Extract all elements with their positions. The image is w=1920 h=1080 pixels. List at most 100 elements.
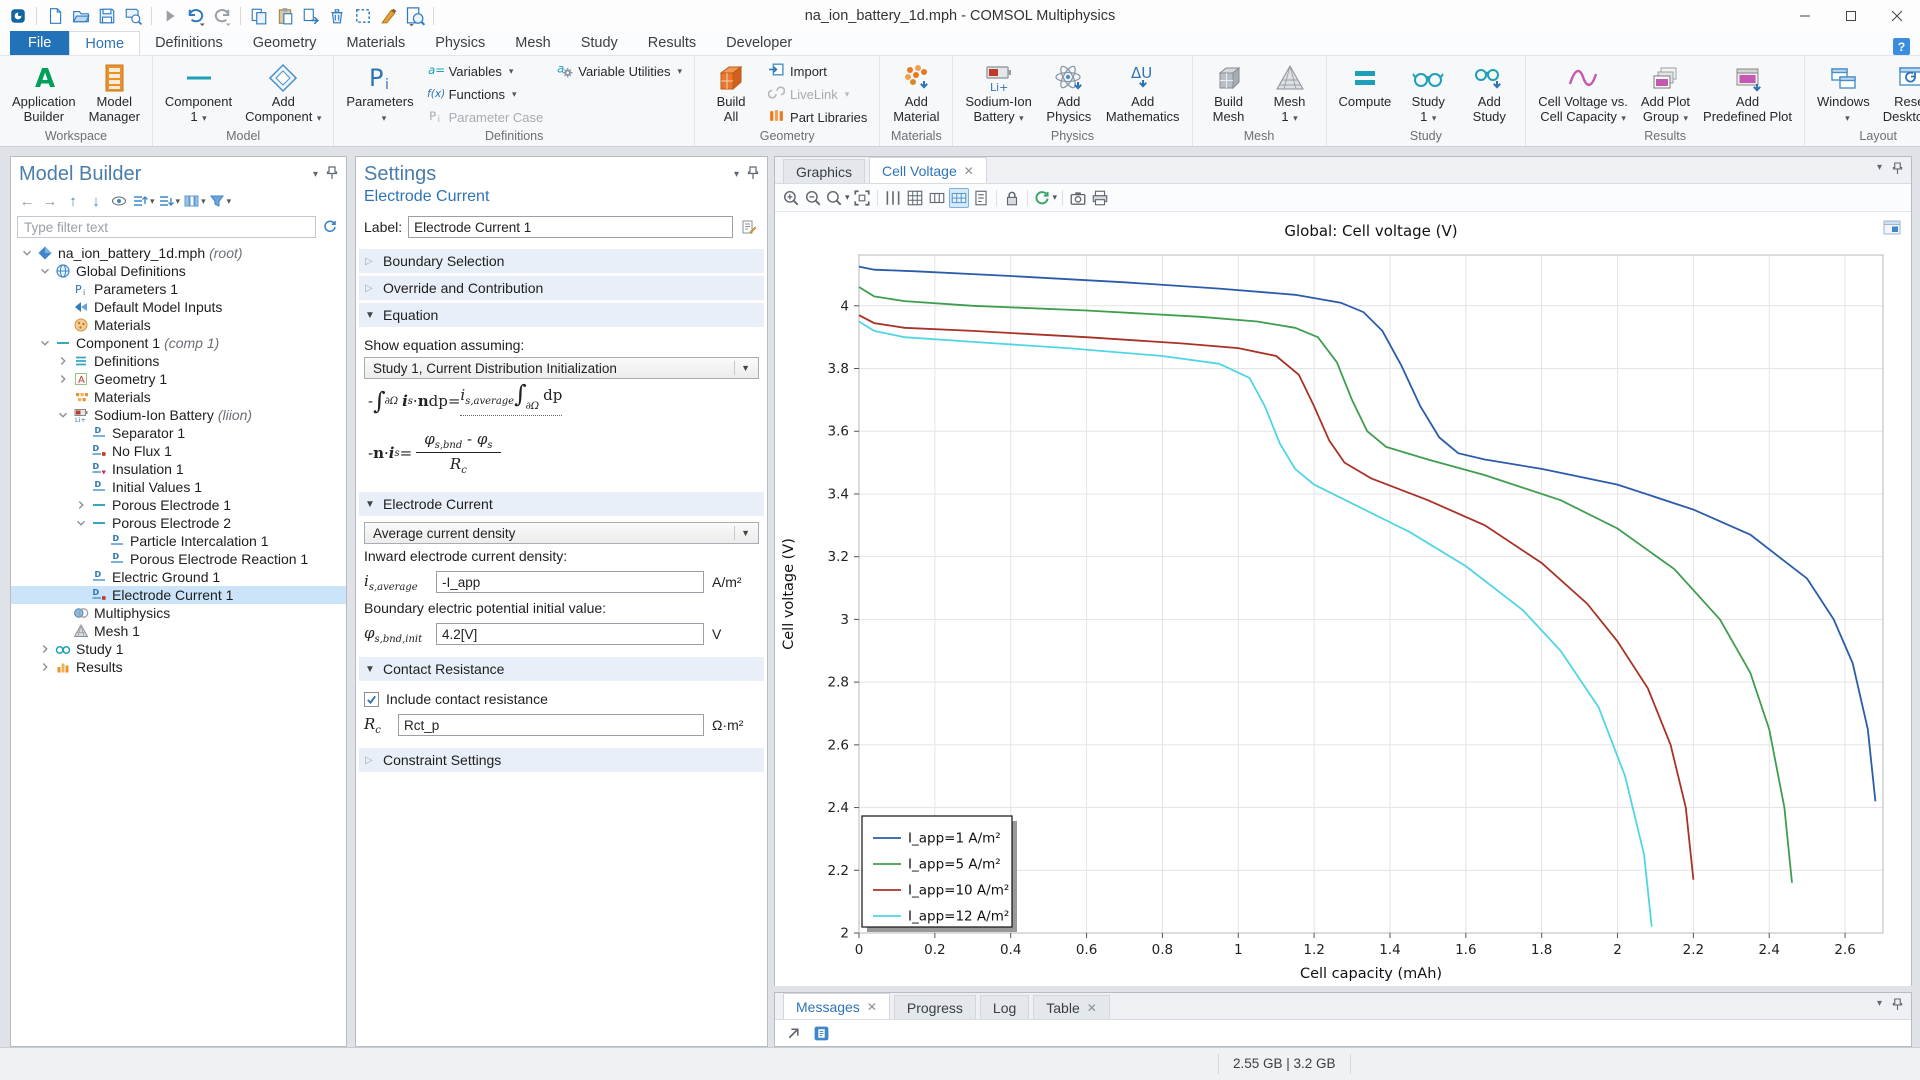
messages-tab-log[interactable]: Log bbox=[980, 995, 1029, 1019]
section-boundary-selection[interactable]: ▷ Boundary Selection bbox=[359, 249, 764, 273]
fwd-icon[interactable]: → bbox=[40, 191, 60, 211]
ribbon-tab-home[interactable]: Home bbox=[69, 31, 140, 55]
potential-input[interactable] bbox=[436, 623, 704, 645]
fit-icon[interactable] bbox=[852, 188, 872, 208]
windows-button[interactable]: Windows ▾ bbox=[1813, 59, 1874, 128]
graphics-tab-graphics[interactable]: Graphics bbox=[783, 159, 865, 183]
tree-item-geometry-1[interactable]: AGeometry 1 bbox=[11, 370, 346, 388]
vbars-icon[interactable] bbox=[883, 188, 903, 208]
tree-item-materials[interactable]: Materials bbox=[11, 316, 346, 334]
cell-b-icon[interactable] bbox=[949, 188, 969, 208]
contact-resistance-input[interactable] bbox=[398, 714, 704, 736]
close-tab-icon[interactable]: ✕ bbox=[1087, 1001, 1097, 1015]
add-study-button[interactable]: AddStudy bbox=[1461, 59, 1517, 128]
add-component-button[interactable]: AddComponent ▾ bbox=[241, 59, 325, 128]
ribbon-tab-study[interactable]: Study bbox=[566, 31, 633, 55]
section-override-contribution[interactable]: ▷ Override and Contribution bbox=[359, 276, 764, 300]
messages-tab-table[interactable]: Table✕ bbox=[1033, 995, 1110, 1019]
tree-item-sodium-ion-battery[interactable]: Li+Sodium-Ion Battery(liion) bbox=[11, 406, 346, 424]
doc-icon[interactable] bbox=[971, 188, 991, 208]
down-icon[interactable]: ↓ bbox=[86, 191, 106, 211]
close-tab-icon[interactable]: ✕ bbox=[867, 1000, 877, 1014]
select-icon[interactable] bbox=[351, 4, 375, 28]
tree-item-porous-electrode-1[interactable]: Porous Electrode 1 bbox=[11, 496, 346, 514]
add-predefined-plot-button[interactable]: AddPredefined Plot bbox=[1699, 59, 1796, 128]
add-mathematics-button[interactable]: ΔUAddMathematics bbox=[1102, 59, 1184, 128]
section-contact-resistance[interactable]: ▼ Contact Resistance bbox=[359, 657, 764, 681]
play-icon[interactable] bbox=[158, 4, 182, 28]
tree-item-default-model-inputs[interactable]: Default Model Inputs bbox=[11, 298, 346, 316]
inward-current-input[interactable] bbox=[436, 571, 704, 593]
label-input[interactable] bbox=[408, 216, 733, 238]
section-equation[interactable]: ▼ Equation bbox=[359, 303, 764, 327]
expander-icon[interactable] bbox=[73, 516, 89, 530]
open-icon[interactable] bbox=[69, 4, 93, 28]
component-1-button[interactable]: Component1 ▾ bbox=[161, 59, 236, 128]
tree-item-insulation-1[interactable]: DInsulation 1 bbox=[11, 460, 346, 478]
rename-icon[interactable] bbox=[739, 217, 759, 237]
tree-item-parameters-1[interactable]: PiParameters 1 bbox=[11, 280, 346, 298]
ribbon-tab-file[interactable]: File bbox=[10, 31, 69, 55]
new-icon[interactable] bbox=[43, 4, 67, 28]
plot-canvas[interactable]: 00.20.40.60.811.21.41.61.822.22.42.622.2… bbox=[775, 212, 1911, 986]
print-icon[interactable] bbox=[1090, 188, 1110, 208]
redo-icon[interactable] bbox=[210, 4, 234, 28]
cell-a-icon[interactable] bbox=[927, 188, 947, 208]
brush-icon[interactable] bbox=[377, 4, 401, 28]
section-constraint-settings[interactable]: ▷ Constraint Settings bbox=[359, 748, 764, 772]
panel-menu-icon[interactable]: ▾ bbox=[313, 169, 318, 180]
copy-icon[interactable] bbox=[247, 4, 271, 28]
lock-icon[interactable] bbox=[1002, 188, 1022, 208]
ribbon-tab-results[interactable]: Results bbox=[633, 31, 711, 55]
zoom-in-icon[interactable] bbox=[781, 188, 801, 208]
study-1-button[interactable]: Study1 ▾ bbox=[1400, 59, 1456, 128]
tree-item-particle-intercalation-1[interactable]: DParticle Intercalation 1 bbox=[11, 532, 346, 550]
tab-list-icon[interactable]: ▾ bbox=[1877, 998, 1882, 1014]
tree-item-global-definitions[interactable]: Global Definitions bbox=[11, 262, 346, 280]
tree-item-no-flux-1[interactable]: DNo Flux 1 bbox=[11, 442, 346, 460]
tree-item-study-1[interactable]: Study 1 bbox=[11, 640, 346, 658]
tree-item-electric-ground-1[interactable]: DElectric Ground 1 bbox=[11, 568, 346, 586]
eye-icon[interactable] bbox=[109, 191, 129, 211]
refresh-icon[interactable] bbox=[320, 217, 340, 237]
back-icon[interactable]: ← bbox=[17, 191, 37, 211]
ne-arrow-icon[interactable] bbox=[783, 1023, 803, 1043]
camera-icon[interactable] bbox=[1068, 188, 1088, 208]
up-icon[interactable]: ↑ bbox=[63, 191, 83, 211]
paste-icon[interactable] bbox=[273, 4, 297, 28]
parameters-button[interactable]: PiParameters ▾ bbox=[342, 59, 417, 128]
maximize-button[interactable] bbox=[1828, 0, 1874, 32]
pin-icon[interactable] bbox=[326, 166, 338, 183]
tree-item-results[interactable]: Results bbox=[11, 658, 346, 676]
close-button[interactable] bbox=[1874, 0, 1920, 32]
ribbon-tab-developer[interactable]: Developer bbox=[711, 31, 807, 55]
import-button[interactable]: Import bbox=[764, 60, 871, 82]
refresh-icon[interactable]: ▾ bbox=[1033, 188, 1058, 208]
delete-icon[interactable] bbox=[325, 4, 349, 28]
mesh-1-button[interactable]: Mesh1 ▾ bbox=[1262, 59, 1318, 128]
graphics-tab-cell-voltage[interactable]: Cell Voltage✕ bbox=[869, 157, 987, 183]
tab-list-icon[interactable]: ▾ bbox=[1877, 162, 1882, 178]
expander-icon[interactable] bbox=[37, 264, 53, 278]
undo-icon[interactable] bbox=[184, 4, 208, 28]
expander-icon[interactable] bbox=[37, 660, 53, 674]
expander-icon[interactable] bbox=[73, 498, 89, 512]
help-button[interactable]: ? bbox=[1893, 38, 1910, 55]
cols-icon[interactable]: ▾ bbox=[183, 191, 206, 211]
moveup-icon[interactable]: ▾ bbox=[132, 191, 155, 211]
build-all-button[interactable]: BuildAll bbox=[703, 59, 759, 128]
model-manager-button[interactable]: ModelManager bbox=[85, 59, 144, 128]
pin-icon[interactable] bbox=[1892, 998, 1903, 1014]
compute-button[interactable]: Compute bbox=[1335, 59, 1396, 128]
filter-icon[interactable]: ▾ bbox=[209, 191, 232, 211]
ribbon-tab-definitions[interactable]: Definitions bbox=[140, 31, 238, 55]
expander-icon[interactable] bbox=[55, 408, 71, 422]
hgrid-icon[interactable] bbox=[905, 188, 925, 208]
copy-doc-icon[interactable] bbox=[811, 1023, 831, 1043]
plot-properties-icon[interactable] bbox=[1883, 220, 1901, 239]
tree-filter-input[interactable] bbox=[17, 216, 316, 238]
add-plot-group-button[interactable]: Add PlotGroup ▾ bbox=[1637, 59, 1694, 128]
variable-utilities-button[interactable]: aVariable Utilities▾ bbox=[552, 60, 686, 82]
expander-icon[interactable] bbox=[37, 336, 53, 350]
tree-item-porous-electrode-2[interactable]: Porous Electrode 2 bbox=[11, 514, 346, 532]
